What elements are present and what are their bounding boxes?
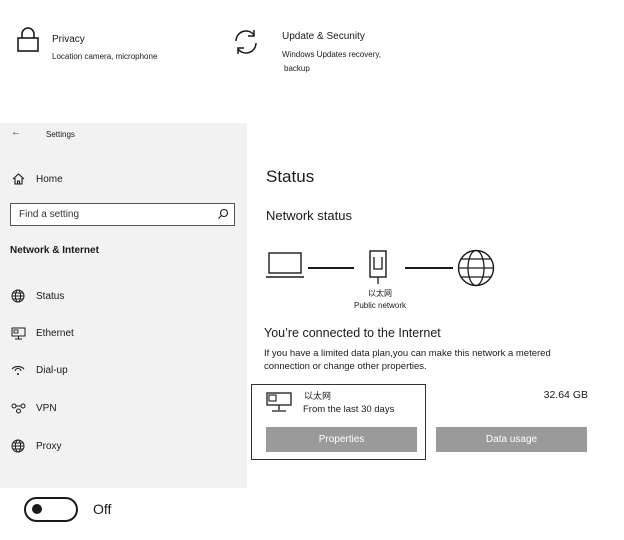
vpn-icon xyxy=(10,400,26,416)
sidebar-item-status-label: Status xyxy=(36,290,65,302)
card-period: From the last 30 days xyxy=(303,404,395,415)
toggle-label: Off xyxy=(93,501,112,517)
network-type-label: Public network xyxy=(353,301,407,310)
home-icon xyxy=(10,171,26,187)
network-status-heading: Network status xyxy=(266,208,352,223)
back-arrow-icon[interactable]: ← xyxy=(11,127,21,138)
privacy-tile-title[interactable]: Privacy xyxy=(52,34,85,45)
sidebar-item-dialup[interactable]: Dial-up xyxy=(10,360,68,380)
connection-line-1 xyxy=(308,267,354,269)
lock-icon xyxy=(16,27,40,53)
laptop-icon xyxy=(266,251,304,284)
globe-icon xyxy=(10,288,26,304)
sidebar-item-dialup-label: Dial-up xyxy=(36,364,68,376)
sidebar-item-vpn[interactable]: VPN xyxy=(10,398,57,418)
toggle-knob xyxy=(32,504,42,514)
search-placeholder: Find a setting xyxy=(19,209,80,220)
privacy-tile-subtitle: Location camera, microphone xyxy=(52,52,158,61)
data-usage-value: 32.64 GB xyxy=(543,389,588,401)
sidebar-item-home-label: Home xyxy=(36,173,63,185)
update-security-tile-title[interactable]: Update & Secunity xyxy=(282,31,365,42)
sidebar-item-proxy-label: Proxy xyxy=(36,440,62,452)
ethernet-network-icon xyxy=(266,391,294,418)
settings-back-label: Settings xyxy=(46,130,75,139)
globe-icon xyxy=(10,438,26,454)
data-usage-button[interactable]: Data usage xyxy=(436,427,587,452)
connected-heading: You’re connected to the Internet xyxy=(264,326,441,340)
card-network-name: 以太网 xyxy=(304,391,332,401)
update-security-tile-subtitle-line2: backup xyxy=(284,64,310,73)
network-name-label: 以太网 xyxy=(368,289,392,298)
section-title-network-internet: Network & Internet xyxy=(10,245,99,256)
sidebar-item-proxy[interactable]: Proxy xyxy=(10,436,62,456)
ethernet-adapter-icon xyxy=(368,249,388,290)
page-title: Status xyxy=(266,167,315,186)
toggle-switch[interactable] xyxy=(24,497,78,522)
ethernet-icon xyxy=(10,325,26,341)
connected-description: If you have a limited data plan,you can … xyxy=(264,348,551,372)
sidebar-item-ethernet[interactable]: Ethernet xyxy=(10,323,74,343)
internet-globe-icon xyxy=(456,249,496,292)
search-icon[interactable] xyxy=(217,208,229,223)
sidebar-item-vpn-label: VPN xyxy=(36,402,57,414)
update-security-tile-subtitle-line1: Windows Updates recovery, xyxy=(282,50,381,59)
dialup-icon xyxy=(10,362,26,378)
sync-icon xyxy=(232,27,260,57)
sidebar-item-home[interactable]: Home xyxy=(10,169,63,189)
connection-line-2 xyxy=(405,267,453,269)
search-input[interactable]: Find a setting xyxy=(10,203,235,226)
properties-button[interactable]: Properties xyxy=(266,427,417,452)
sidebar-item-ethernet-label: Ethernet xyxy=(36,327,74,339)
sidebar-item-status[interactable]: Status xyxy=(10,286,64,306)
